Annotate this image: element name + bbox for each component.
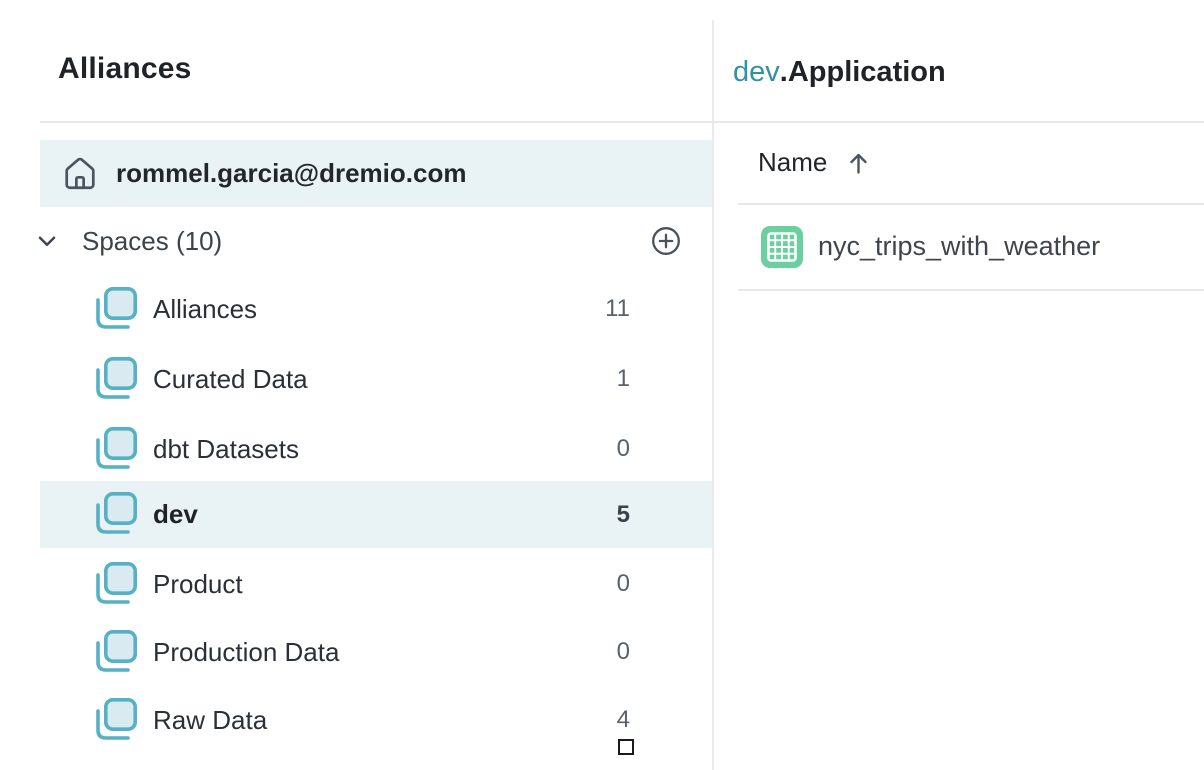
space-item-dbt-datasets[interactable]: dbt Datasets 0 bbox=[40, 415, 713, 483]
breadcrumb-space-link[interactable]: dev bbox=[733, 56, 780, 88]
space-item-label: dev bbox=[153, 499, 198, 530]
space-icon bbox=[95, 698, 137, 743]
dataset-row-nyc-trips-with-weather[interactable]: nyc_trips_with_weather bbox=[713, 204, 1204, 289]
space-item-count: 4 bbox=[617, 706, 630, 734]
space-item-count: 1 bbox=[617, 365, 630, 393]
home-space-label: rommel.garcia@dremio.com bbox=[116, 158, 466, 189]
space-item-label: Alliances bbox=[153, 294, 257, 325]
sidebar-title: Alliances bbox=[58, 52, 192, 86]
chevron-down-icon[interactable] bbox=[34, 228, 60, 254]
add-space-button[interactable] bbox=[651, 226, 681, 256]
sidebar-header-divider bbox=[40, 121, 713, 123]
space-item-label: Product bbox=[153, 569, 243, 600]
space-item-production-data[interactable]: Production Data 0 bbox=[40, 618, 713, 686]
space-icon bbox=[95, 630, 137, 675]
space-icon bbox=[95, 427, 137, 472]
space-item-label: Production Data bbox=[153, 637, 339, 668]
space-icon bbox=[95, 492, 137, 537]
unknown-glyph-box bbox=[618, 739, 634, 755]
space-item-curated-data[interactable]: Curated Data 1 bbox=[40, 345, 713, 413]
space-item-count: 11 bbox=[605, 295, 630, 323]
space-icon bbox=[95, 357, 137, 402]
table-row-divider bbox=[738, 289, 1204, 291]
space-icon bbox=[95, 562, 137, 607]
dataset-name: nyc_trips_with_weather bbox=[818, 231, 1100, 262]
home-space-item[interactable]: rommel.garcia@dremio.com bbox=[40, 140, 713, 207]
space-item-label: Raw Data bbox=[153, 705, 267, 736]
column-header-name[interactable]: Name bbox=[758, 122, 869, 203]
space-item-count: 0 bbox=[617, 435, 630, 463]
space-item-label: Curated Data bbox=[153, 364, 308, 395]
sort-up-arrow-icon bbox=[848, 150, 869, 176]
dremio-space-browser: Alliances rommel.garcia@dremio.com Space… bbox=[0, 0, 1204, 770]
dataset-grid-icon bbox=[761, 226, 803, 268]
space-item-product[interactable]: Product 0 bbox=[40, 550, 713, 618]
column-header-label: Name bbox=[758, 147, 827, 178]
spaces-section-header: Spaces (10) bbox=[28, 208, 713, 274]
space-item-raw-data[interactable]: Raw Data 4 bbox=[40, 686, 713, 754]
space-item-label: dbt Datasets bbox=[153, 434, 299, 465]
space-item-count: 5 bbox=[617, 501, 630, 529]
space-item-alliances[interactable]: Alliances 11 bbox=[40, 275, 713, 343]
breadcrumb: dev.Application bbox=[733, 56, 946, 89]
panel-divider bbox=[712, 20, 714, 770]
space-item-count: 0 bbox=[617, 570, 630, 598]
breadcrumb-folder-label: .Application bbox=[780, 56, 946, 88]
space-item-count: 0 bbox=[617, 638, 630, 666]
spaces-section-label: Spaces (10) bbox=[82, 226, 222, 257]
space-icon bbox=[95, 287, 137, 332]
space-item-dev[interactable]: dev 5 bbox=[40, 481, 713, 548]
home-icon bbox=[61, 155, 99, 193]
